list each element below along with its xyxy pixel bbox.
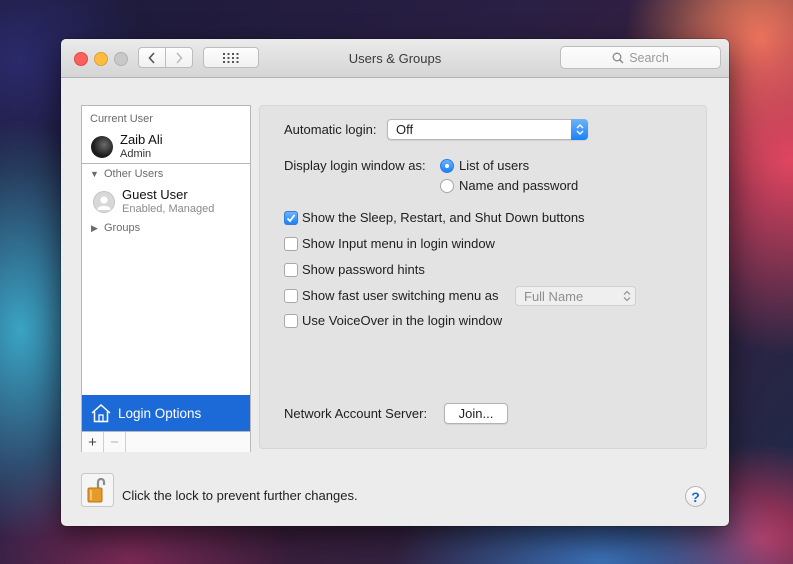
checkbox[interactable] (284, 314, 298, 328)
current-user-header: Current User (90, 113, 153, 125)
sidebar-divider (82, 163, 250, 164)
search-field[interactable]: Search (560, 46, 721, 69)
checkbox-label: Use VoiceOver in the login window (302, 313, 503, 328)
display-login-label: Display login window as: (284, 158, 426, 173)
checkbox-label: Show Input menu in login window (302, 236, 495, 251)
updown-chevron-icon (623, 290, 631, 302)
radio-button-selected[interactable] (440, 159, 454, 173)
checkbox[interactable] (284, 237, 298, 251)
login-options-label: Login Options (118, 405, 202, 421)
disclosure-closed-icon: ▶ (91, 223, 98, 233)
join-button[interactable]: Join... (444, 403, 508, 424)
disclosure-open-icon: ▼ (90, 169, 99, 179)
updown-chevron-icon (571, 119, 588, 140)
users-sidebar: Current User Zaib Ali Admin ▼ Other User… (81, 105, 251, 452)
automatic-login-popup[interactable]: Off (387, 119, 588, 140)
checkbox-checked[interactable] (284, 211, 298, 225)
radio-label: List of users (459, 158, 530, 173)
search-icon (612, 52, 624, 64)
sidebar-toolbar: + − (82, 431, 250, 452)
automatic-login-label: Automatic login: (284, 122, 377, 137)
checkbox-label: Show password hints (302, 262, 425, 277)
guest-user-name: Guest User (122, 187, 188, 202)
guest-user-status: Enabled, Managed (122, 203, 215, 215)
unlocked-padlock-icon (81, 473, 114, 507)
person-icon (97, 196, 111, 210)
radio-label: Name and password (459, 178, 579, 193)
avatar (91, 136, 113, 158)
preferences-window: Users & Groups Search Current User Zaib … (61, 39, 729, 526)
add-user-button[interactable]: + (82, 432, 104, 452)
groups-label: Groups (104, 222, 141, 234)
remove-user-button[interactable]: − (104, 432, 126, 452)
checkbox[interactable] (284, 289, 298, 303)
network-server-label: Network Account Server: (284, 406, 428, 421)
lock-button[interactable] (81, 473, 114, 507)
login-options-item[interactable]: Login Options (82, 395, 250, 431)
lock-message: Click the lock to prevent further change… (122, 488, 358, 503)
fast-switch-popup[interactable]: Full Name (515, 286, 636, 306)
checkmark-icon (286, 214, 296, 223)
checkbox-label: Show the Sleep, Restart, and Shut Down b… (302, 210, 585, 225)
current-user-role: Admin (120, 148, 152, 160)
checkbox-label: Show fast user switching menu as (302, 288, 499, 303)
automatic-login-value: Off (396, 122, 414, 137)
checkbox[interactable] (284, 263, 298, 277)
current-user-name: Zaib Ali (120, 132, 163, 147)
title-bar: Users & Groups Search (61, 39, 729, 78)
fast-switch-value: Full Name (524, 289, 584, 304)
login-options-panel: Automatic login: Off Display login windo… (259, 105, 707, 449)
radio-button[interactable] (440, 179, 454, 193)
search-placeholder: Search (629, 50, 669, 65)
guest-avatar (93, 191, 115, 213)
help-button[interactable]: ? (685, 486, 706, 507)
house-icon (91, 403, 111, 423)
other-users-header: Other Users (104, 168, 164, 180)
